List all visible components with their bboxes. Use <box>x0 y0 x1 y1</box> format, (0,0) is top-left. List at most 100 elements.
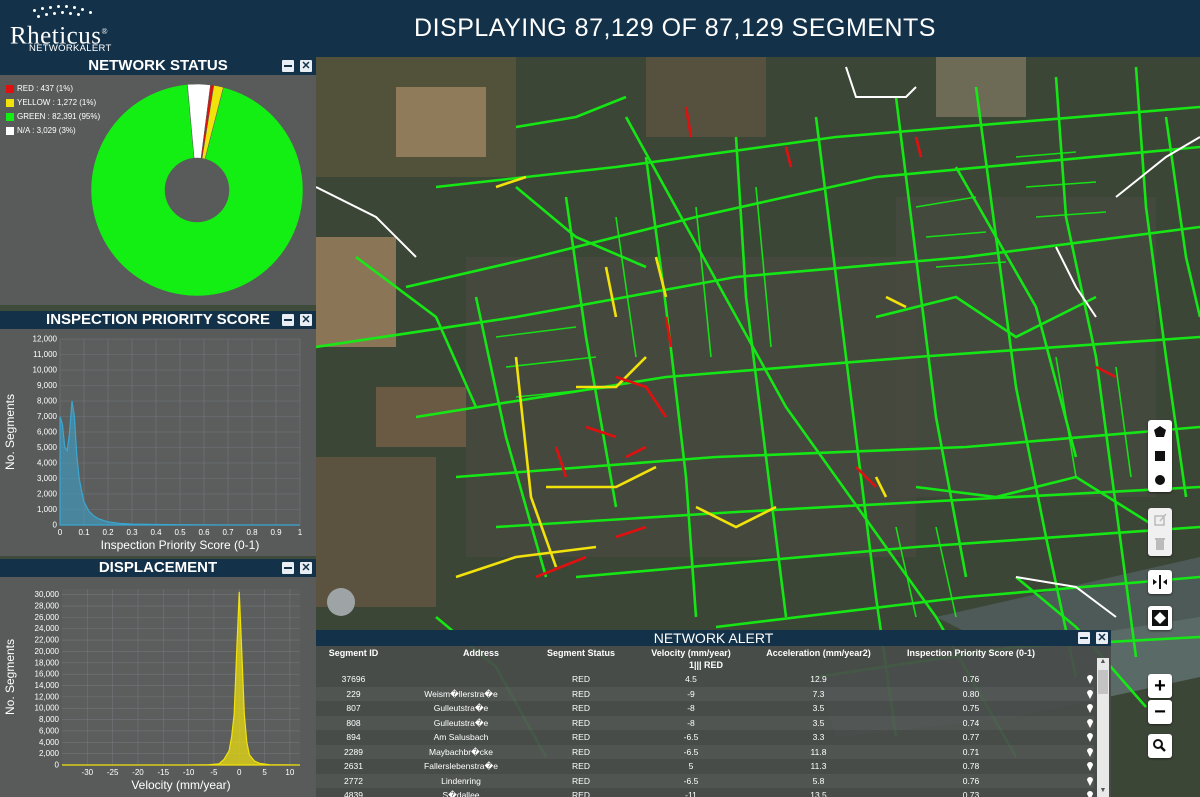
y-tick-label: 2,000 <box>37 490 58 499</box>
column-header[interactable]: Acceleration (mm/year2) <box>751 648 886 658</box>
edit-icon[interactable] <box>1148 508 1172 532</box>
table-cell: 0.77 <box>962 732 980 742</box>
table-cell: -11 <box>685 790 697 797</box>
x-tick-label: 1 <box>298 528 303 537</box>
table-row[interactable]: 37696 RED 4.5 12.9 0.76 <box>316 672 1094 687</box>
locate-pin-icon[interactable] <box>1086 789 1094 797</box>
y-axis-label: No. Segments <box>3 639 17 715</box>
table-cell: 0.80 <box>962 688 980 699</box>
y-tick-label: 18,000 <box>35 658 60 667</box>
x-tick-label: -15 <box>157 768 169 777</box>
table-cell: -9 <box>687 688 695 699</box>
locate-pin-icon[interactable] <box>1086 775 1094 786</box>
network-status-panel: NETWORK STATUS ✕ RED : 437 (1%) YELLOW : … <box>0 57 316 305</box>
table-cell: Weism�llerstra�e <box>424 688 498 699</box>
swipe-icon <box>1153 575 1167 589</box>
table-cell: 11.3 <box>810 761 827 771</box>
close-button[interactable]: ✕ <box>300 60 312 72</box>
y-tick-label: 3,000 <box>37 474 58 483</box>
square-draw-icon[interactable] <box>1148 444 1172 468</box>
column-header[interactable]: Velocity (mm/year) <box>641 648 741 658</box>
scroll-thumb[interactable] <box>1098 670 1108 694</box>
table-cell: 4.5 <box>685 674 697 684</box>
table-cell: -6.5 <box>683 775 699 786</box>
search-button[interactable] <box>1148 734 1172 758</box>
minimize-button[interactable] <box>282 314 294 326</box>
y-tick-label: 8,000 <box>39 715 60 724</box>
logo-subtitle: NETWORKALERT <box>29 43 112 54</box>
y-tick-label: 10,000 <box>35 704 60 713</box>
inspection-priority-title: INSPECTION PRIORITY SCORE <box>0 311 316 329</box>
locate-pin-icon[interactable] <box>1086 731 1094 742</box>
alert-table-scrollbar[interactable]: ▲ ▼ <box>1097 658 1109 797</box>
fullscreen-button[interactable] <box>1148 606 1172 630</box>
locate-pin-icon[interactable] <box>1086 702 1094 713</box>
scroll-up-icon[interactable]: ▲ <box>1097 658 1109 668</box>
locate-pin-icon[interactable] <box>1086 760 1094 771</box>
y-tick-label: 24,000 <box>35 624 60 633</box>
locate-pin-icon[interactable] <box>1086 673 1094 684</box>
table-cell: RED <box>572 688 590 699</box>
table-row[interactable]: 2631 Fallerslebenstra�e RED 5 11.3 0.78 <box>316 759 1094 774</box>
y-tick-label: 9,000 <box>37 381 58 390</box>
zoom-in-button[interactable]: + <box>1148 674 1172 698</box>
x-tick-label: 5 <box>262 768 267 777</box>
column-header[interactable]: Inspection Priority Score (0-1) <box>891 648 1051 658</box>
y-tick-label: 11,000 <box>33 350 57 359</box>
network-alert-panel: NETWORK ALERT ✕ Segment ID Address Segment… <box>316 630 1111 797</box>
table-row[interactable]: 808 Gulleutstra�e RED -8 3.5 0.74 <box>316 715 1094 730</box>
rheticus-logo[interactable]: Rheticus® NETWORKALERT <box>8 5 120 54</box>
table-cell: RED <box>572 703 590 713</box>
y-tick-label: 0 <box>55 761 60 770</box>
network-status-title: NETWORK STATUS <box>0 57 316 75</box>
table-row[interactable]: 894 Am Salusbach RED -6.5 3.3 0.77 <box>316 730 1094 745</box>
search-icon <box>1153 739 1166 752</box>
y-tick-label: 12,000 <box>33 335 58 344</box>
x-tick-label: 0.3 <box>126 528 138 537</box>
draw-tools-group <box>1148 420 1172 492</box>
close-button[interactable]: ✕ <box>300 562 312 574</box>
table-row[interactable]: 229 Weism�llerstra�e RED -9 7.3 0.80 <box>316 686 1094 701</box>
table-cell: S�dallee <box>442 790 480 797</box>
table-cell: -6.5 <box>683 746 699 757</box>
table-cell: 0.74 <box>962 717 980 728</box>
minimize-button[interactable] <box>282 562 294 574</box>
table-row[interactable]: 807 Gulleutstra�e RED -8 3.5 0.75 <box>316 701 1094 716</box>
y-tick-label: 7,000 <box>37 412 58 421</box>
table-cell: 3.5 <box>812 703 825 713</box>
close-button[interactable]: ✕ <box>300 314 312 326</box>
swipe-compare-button[interactable] <box>1148 570 1172 594</box>
table-cell: Lindenring <box>441 775 481 786</box>
minimize-button[interactable] <box>282 60 294 72</box>
x-axis-label: Inspection Priority Score (0-1) <box>101 538 260 552</box>
inspection-priority-panel: INSPECTION PRIORITY SCORE ✕ 0 1,000 2,000 3… <box>0 311 316 556</box>
circle-draw-icon[interactable] <box>1148 468 1172 492</box>
app-header: Rheticus® NETWORKALERT DISPLAYING 87,129… <box>0 0 1200 57</box>
status-sort-indicator[interactable]: 1||| RED <box>656 660 756 670</box>
table-row[interactable]: 2289 Maybachbr�cke RED -6.5 11.8 0.71 <box>316 744 1094 759</box>
table-cell: Am Salusbach <box>433 732 489 742</box>
scroll-down-icon[interactable]: ▼ <box>1097 787 1109 797</box>
y-tick-label: 2,000 <box>39 749 60 758</box>
x-tick-label: -5 <box>210 768 218 777</box>
table-cell: 7.3 <box>812 688 825 699</box>
delete-icon[interactable] <box>1148 532 1172 556</box>
locate-pin-icon[interactable] <box>1086 717 1094 728</box>
column-header[interactable]: Segment ID <box>316 648 391 658</box>
x-tick-label: 0.6 <box>198 528 210 537</box>
minimize-button[interactable] <box>1078 632 1090 644</box>
polygon-draw-icon[interactable] <box>1148 420 1172 444</box>
segments-count-title: DISPLAYING 87,129 OF 87,129 SEGMENTS <box>414 14 936 42</box>
table-row[interactable]: 2772 Lindenring RED -6.5 5.8 0.76 <box>316 773 1094 788</box>
locate-pin-icon[interactable] <box>1086 746 1094 757</box>
x-tick-label: 0.9 <box>270 528 282 537</box>
table-row[interactable]: 4839 S�dallee RED -11 13.5 0.73 <box>316 788 1094 797</box>
table-cell: 0.76 <box>962 775 980 786</box>
close-button[interactable]: ✕ <box>1096 632 1108 644</box>
table-cell: 3.5 <box>812 717 825 728</box>
y-axis-label: No. Segments <box>3 394 17 470</box>
y-tick-label: 5,000 <box>37 443 58 452</box>
zoom-out-button[interactable]: − <box>1148 700 1172 724</box>
column-header[interactable]: Segment Status <box>531 648 631 658</box>
locate-pin-icon[interactable] <box>1086 688 1094 699</box>
